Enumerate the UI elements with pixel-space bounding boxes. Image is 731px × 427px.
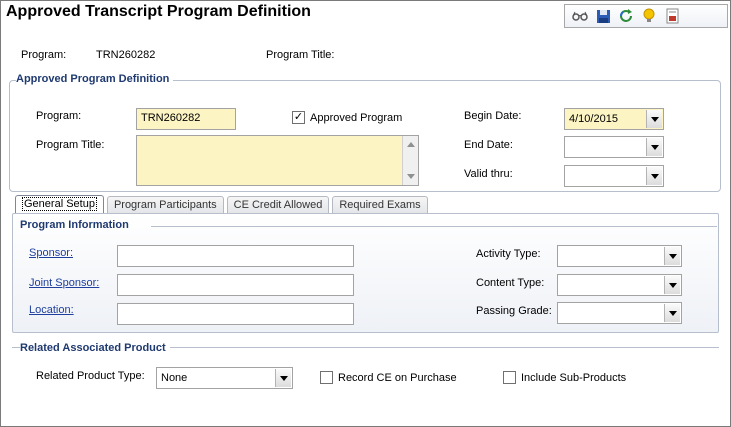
- program-information-divider: [151, 226, 717, 227]
- approved-program-definition-title: Approved Program Definition: [16, 73, 174, 85]
- record-ce-checkbox[interactable]: [320, 371, 333, 384]
- window-title: Approved Transcript Program Definition: [6, 3, 311, 20]
- include-sub-products-label: Include Sub-Products: [521, 372, 627, 384]
- save-icon[interactable]: [594, 7, 612, 25]
- checkmark-icon: ✓: [293, 111, 304, 123]
- program-title-textarea[interactable]: [136, 135, 419, 186]
- lightbulb-icon[interactable]: [640, 7, 658, 25]
- header-program-title-label: Program Title:: [266, 49, 335, 61]
- sponsor-link[interactable]: Sponsor:: [29, 247, 73, 259]
- joint-sponsor-input[interactable]: [117, 274, 354, 296]
- scroll-down-icon[interactable]: [407, 174, 415, 179]
- related-product-type-label: Related Product Type:: [36, 370, 145, 382]
- related-product-type-select[interactable]: None: [156, 367, 293, 389]
- textarea-scrollbar[interactable]: [402, 136, 418, 185]
- related-product-type-dropdown-icon[interactable]: [275, 369, 291, 387]
- approved-program-label: Approved Program: [310, 112, 403, 124]
- passing-grade-dropdown-icon[interactable]: [664, 304, 680, 322]
- activity-type-label: Activity Type:: [476, 248, 541, 260]
- tab-program-participants[interactable]: Program Participants: [106, 196, 224, 214]
- toolbar: [564, 4, 728, 28]
- record-ce-label: Record CE on Purchase: [338, 372, 457, 384]
- passing-grade-select[interactable]: [557, 302, 682, 324]
- content-type-label: Content Type:: [476, 277, 545, 289]
- location-input[interactable]: [117, 303, 354, 325]
- related-product-section: [12, 347, 719, 427]
- activity-type-select[interactable]: [557, 245, 682, 267]
- related-product-title: Related Associated Product: [20, 342, 170, 354]
- program-information-title: Program Information: [20, 219, 129, 231]
- tab-strip: General Setup Program Participants CE Cr…: [15, 195, 428, 215]
- approved-program-checkbox[interactable]: ✓: [292, 111, 305, 124]
- content-type-dropdown-icon[interactable]: [664, 276, 680, 294]
- passing-grade-label: Passing Grade:: [476, 305, 552, 317]
- end-date-dropdown-icon[interactable]: [646, 138, 662, 156]
- include-sub-products-checkbox[interactable]: [503, 371, 516, 384]
- begin-date-value: 4/10/2015: [569, 113, 618, 125]
- header-program-value: TRN260282: [96, 49, 156, 61]
- content-type-select[interactable]: [557, 274, 682, 296]
- window-frame: Approved Transcript Program Definition P…: [0, 0, 731, 427]
- valid-thru-label: Valid thru:: [464, 168, 513, 180]
- header-program-label: Program:: [21, 49, 67, 61]
- valid-thru-dropdown-icon[interactable]: [646, 167, 662, 185]
- program-title-label: Program Title:: [36, 139, 105, 151]
- end-date-picker[interactable]: [564, 136, 664, 158]
- refresh-icon[interactable]: [617, 7, 635, 25]
- activity-type-dropdown-icon[interactable]: [664, 247, 680, 265]
- begin-date-label: Begin Date:: [464, 110, 522, 122]
- program-input[interactable]: TRN260282: [136, 108, 236, 130]
- related-product-type-value: None: [161, 372, 188, 384]
- scroll-up-icon[interactable]: [407, 142, 415, 147]
- sponsor-input[interactable]: [117, 245, 354, 267]
- begin-date-dropdown-icon[interactable]: [646, 110, 662, 128]
- tab-required-exams[interactable]: Required Exams: [332, 196, 428, 214]
- report-icon[interactable]: [663, 7, 681, 25]
- tab-general-setup[interactable]: General Setup: [15, 195, 104, 214]
- glasses-icon[interactable]: [571, 7, 589, 25]
- begin-date-picker[interactable]: 4/10/2015: [564, 108, 664, 130]
- program-label: Program:: [36, 110, 82, 122]
- tab-ce-credit-allowed[interactable]: CE Credit Allowed: [226, 196, 330, 214]
- location-link[interactable]: Location:: [29, 304, 74, 316]
- end-date-label: End Date:: [464, 139, 513, 151]
- joint-sponsor-link[interactable]: Joint Sponsor:: [29, 277, 99, 289]
- valid-thru-picker[interactable]: [564, 165, 664, 187]
